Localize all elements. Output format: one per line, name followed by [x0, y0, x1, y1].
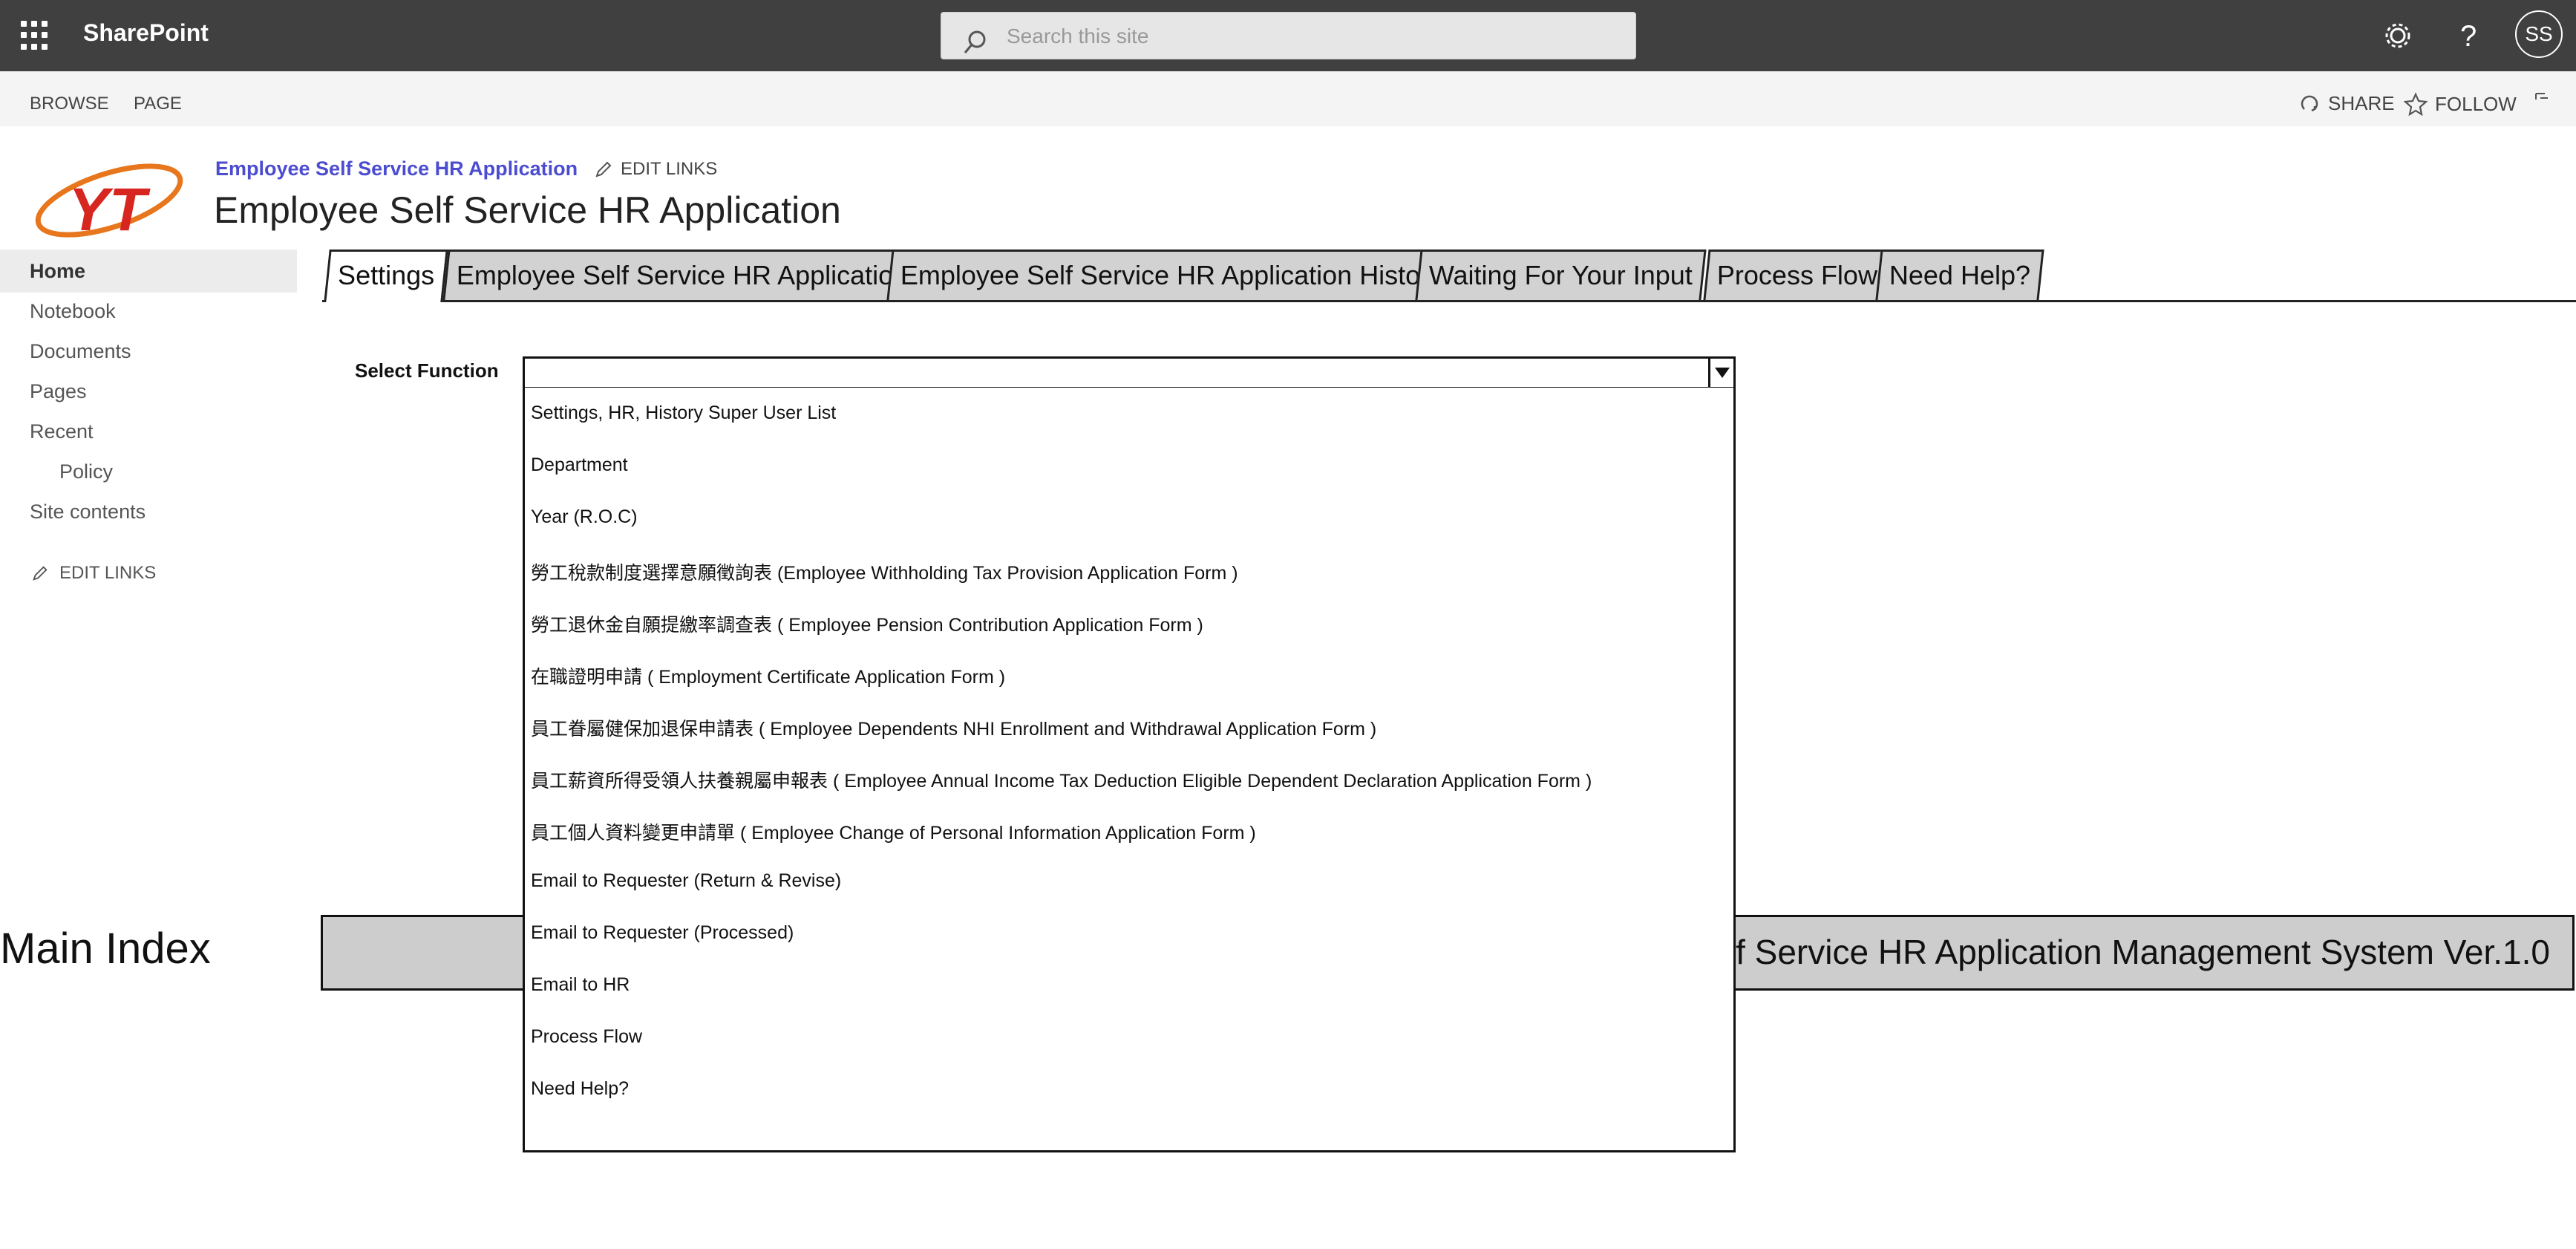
share-label: SHARE [2328, 92, 2395, 114]
search-placeholder: Search this site [1007, 25, 1149, 48]
ribbon-tab-browse[interactable]: BROWSE [30, 94, 109, 114]
edit-links-nav[interactable]: EDIT LINKS [31, 563, 156, 584]
main-index-label: Main Index [0, 924, 211, 973]
option-withholding-tax[interactable]: 勞工稅款制度選擇意願徵詢表 (Employee Withholding Tax … [531, 558, 1238, 585]
option-tax-deduction-dependent[interactable]: 員工薪資所得受領人扶養親屬申報表 ( Employee Annual Incom… [531, 766, 1592, 793]
tab-esshr-history[interactable]: Employee Self Service HR Application His… [886, 250, 1457, 300]
star-icon [2404, 92, 2428, 116]
select-function-label: Select Function [355, 359, 499, 382]
nav-item-site-contents[interactable]: Site contents [30, 500, 146, 524]
pencil-icon [595, 161, 612, 177]
option-process-flow[interactable]: Process Flow [531, 1026, 642, 1048]
nav-item-pages[interactable]: Pages [30, 380, 87, 403]
select-function-dropdown[interactable] [523, 356, 1736, 389]
nav-item-home[interactable]: Home [30, 260, 85, 283]
company-logo[interactable]: YT [30, 154, 189, 251]
nav-item-notebook[interactable]: Notebook [30, 300, 116, 323]
tab-label: Process Flow [1716, 260, 1877, 290]
nav-item-recent[interactable]: Recent [30, 420, 94, 443]
edit-links-label: EDIT LINKS [621, 159, 718, 179]
sharepoint-brand[interactable]: SharePoint [83, 19, 209, 47]
tab-esshr-application[interactable]: Employee Self Service HR Application [442, 250, 922, 300]
chevron-down-icon[interactable] [1708, 359, 1733, 387]
svg-text:?: ? [2460, 20, 2477, 53]
nav-item-policy[interactable]: Policy [59, 460, 113, 483]
tab-baseline [322, 300, 2576, 302]
nav-item-documents[interactable]: Documents [30, 340, 131, 363]
option-pension-contribution[interactable]: 勞工退休金自願提繳率調查表 ( Employee Pension Contrib… [531, 610, 1203, 637]
tab-label: Need Help? [1889, 260, 2031, 290]
app-launcher-icon[interactable] [21, 21, 50, 50]
option-employment-certificate[interactable]: 在職證明申請 ( Employment Certificate Applicat… [531, 662, 1005, 689]
site-title: Employee Self Service HR Application [214, 189, 841, 231]
search-box[interactable]: Search this site [941, 12, 1636, 59]
tab-settings[interactable]: Settings [324, 250, 448, 302]
help-icon[interactable]: ? [2450, 18, 2485, 53]
tab-need-help[interactable]: Need Help? [1875, 250, 2044, 300]
banner-text: Self Service HR Application Management S… [1686, 933, 2550, 971]
tab-process-flow[interactable]: Process Flow [1703, 250, 1892, 300]
ribbon-tab-page[interactable]: PAGE [134, 94, 182, 114]
option-email-processed[interactable]: Email to Requester (Processed) [531, 922, 794, 944]
tab-label: Settings [338, 260, 435, 290]
ribbon-bar: BROWSE PAGE SHARE FOLLOW [0, 71, 2576, 126]
option-email-return-revise[interactable]: Email to Requester (Return & Revise) [531, 870, 841, 892]
user-avatar[interactable]: SS [2515, 10, 2563, 58]
option-year-roc[interactable]: Year (R.O.C) [531, 506, 638, 528]
edit-links-label: EDIT LINKS [59, 563, 157, 583]
tab-label: Waiting For Your Input [1428, 260, 1693, 290]
option-personal-info-change[interactable]: 員工個人資料變更申請單 ( Employee Change of Persona… [531, 818, 1256, 845]
site-breadcrumb-link[interactable]: Employee Self Service HR Application [215, 157, 578, 180]
share-button[interactable]: SHARE [2298, 92, 2395, 115]
select-function-options: Settings, HR, History Super User List De… [523, 388, 1736, 1152]
option-department[interactable]: Department [531, 454, 628, 476]
suite-bar: SharePoint Search this site ? SS [0, 0, 2576, 71]
option-nhi-enrollment[interactable]: 員工眷屬健保加退保申請表 ( Employee Dependents NHI E… [531, 714, 1376, 741]
option-email-to-hr[interactable]: Email to HR [531, 974, 630, 996]
search-icon [964, 30, 986, 53]
share-icon [2301, 95, 2318, 111]
option-super-user-list[interactable]: Settings, HR, History Super User List [531, 402, 836, 424]
gear-icon[interactable] [2380, 18, 2416, 53]
edit-links-top[interactable]: EDIT LINKS [594, 159, 717, 180]
svg-text:YT: YT [68, 176, 151, 244]
tab-label: Employee Self Service HR Application His… [900, 260, 1443, 290]
option-need-help[interactable]: Need Help? [531, 1078, 629, 1100]
follow-button[interactable]: FOLLOW [2404, 92, 2517, 116]
focus-content-icon[interactable] [2533, 91, 2551, 108]
tab-label: Employee Self Service HR Application [456, 260, 909, 290]
pencil-icon [33, 566, 48, 581]
tab-waiting-for-input[interactable]: Waiting For Your Input [1415, 250, 1707, 300]
follow-label: FOLLOW [2435, 92, 2517, 115]
